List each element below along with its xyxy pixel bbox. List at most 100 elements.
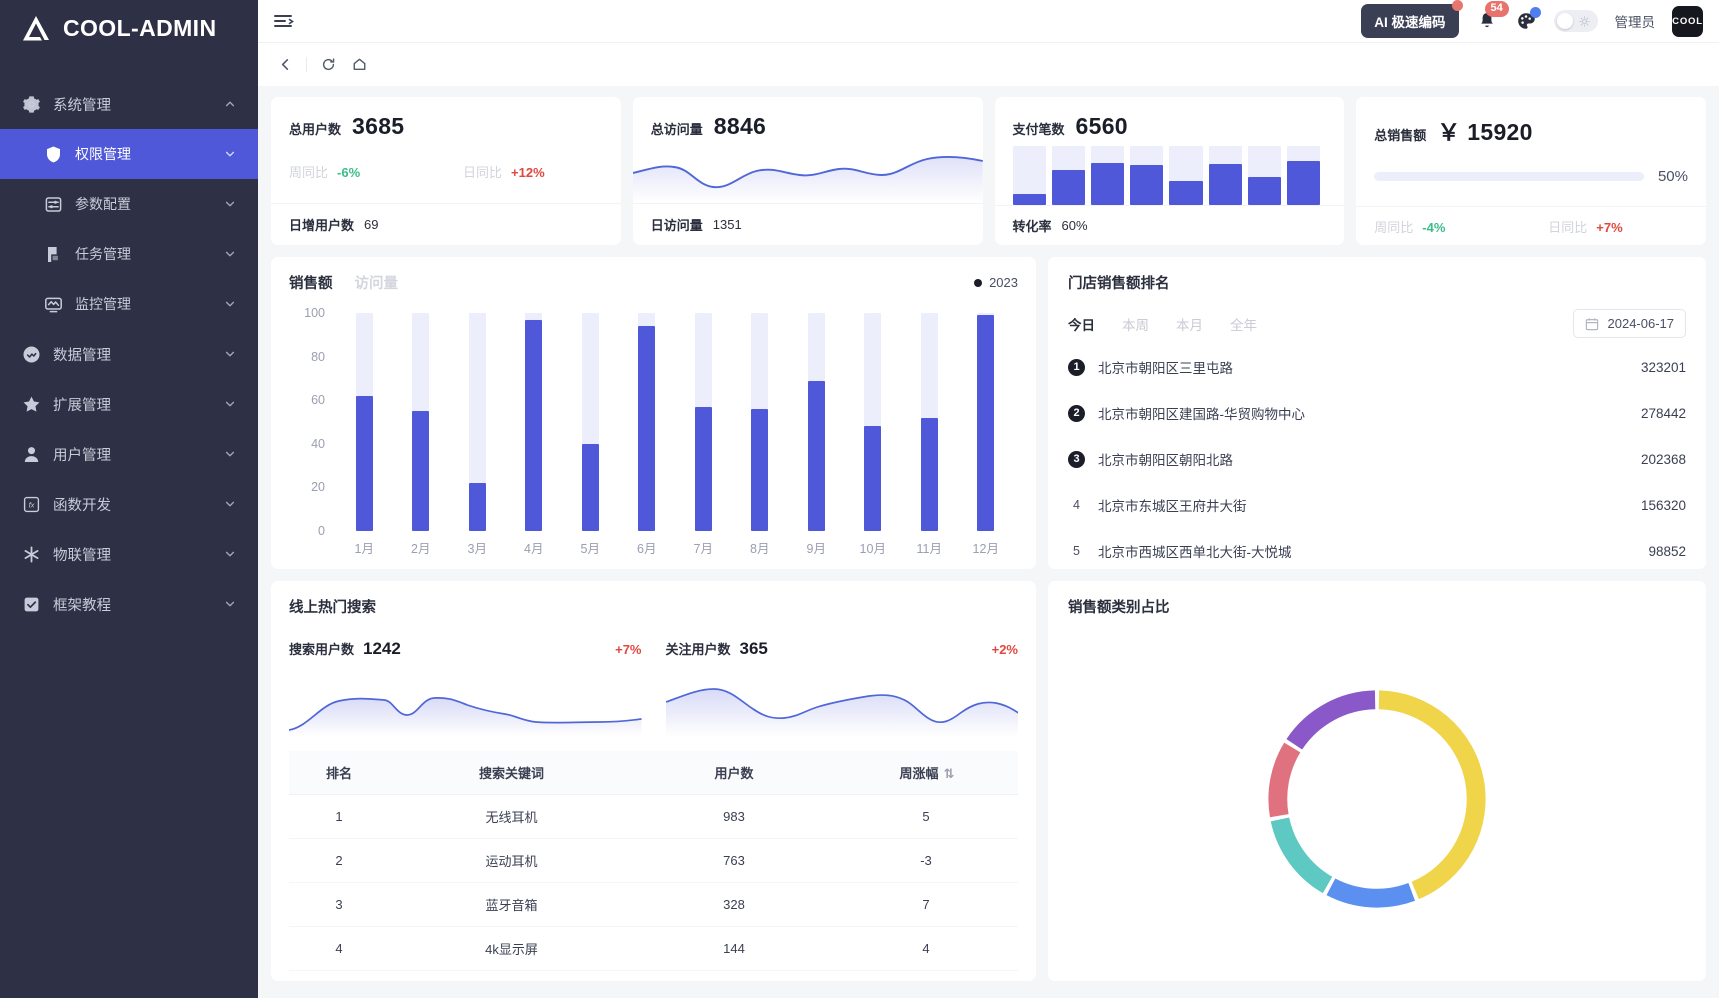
tab-visits[interactable]: 访问量 [355, 272, 399, 293]
th-weekly-change[interactable]: 周涨幅⇅ [834, 751, 1018, 795]
refresh-button[interactable] [315, 52, 341, 78]
sort-icon[interactable]: ⇅ [944, 766, 953, 782]
bar-column-2[interactable] [449, 313, 506, 531]
hamburger-icon[interactable] [272, 10, 294, 32]
theme-palette-button[interactable] [1515, 10, 1537, 32]
stat-head: 支付笔数6560 [1013, 113, 1327, 140]
bar-fill [356, 396, 373, 531]
rank-list: 1北京市朝阳区三里屯路3232012北京市朝阳区建国路-华贸购物中心278442… [1068, 344, 1686, 574]
sidebar-item-8[interactable]: fx函数开发 [0, 479, 258, 529]
rank-store-name: 北京市朝阳区建国路-华贸购物中心 [1098, 403, 1305, 423]
sidebar-item-4[interactable]: 监控管理 [0, 279, 258, 329]
date-picker-value: 2024-06-17 [1608, 316, 1675, 331]
comparison-1: 日同比+7% [1548, 217, 1622, 236]
chevron-down-icon[interactable] [224, 298, 236, 310]
table-cell: 无线耳机 [389, 795, 634, 839]
donut-slice-2[interactable] [1280, 819, 1328, 885]
sidebar-item-0[interactable]: 系统管理 [0, 79, 258, 129]
user-icon [22, 445, 41, 464]
bar-column-7[interactable] [732, 313, 789, 531]
comparison-0: 周同比-6% [289, 162, 463, 181]
follow-users-label: 关注用户数 [666, 639, 731, 658]
rank-tab-today[interactable]: 今日 [1068, 314, 1095, 334]
back-button[interactable] [272, 52, 298, 78]
table-cell: 5 [834, 795, 1018, 839]
bar-column-3[interactable] [506, 313, 563, 531]
table-cell: 144 [634, 927, 834, 971]
follow-users-delta: +2% [992, 642, 1018, 657]
chevron-down-icon[interactable] [224, 348, 236, 360]
comparison-label: 周同比 [1374, 217, 1413, 236]
sidebar: COOL-ADMIN 系统管理权限管理参数配置任务管理监控管理数据管理扩展管理用… [0, 0, 258, 998]
avatar[interactable]: COOL [1672, 6, 1703, 37]
sidebar-item-10[interactable]: 框架教程 [0, 579, 258, 629]
rank-tab-week[interactable]: 本周 [1122, 314, 1149, 334]
theme-toggle[interactable] [1554, 10, 1598, 32]
sun-icon [1579, 16, 1590, 27]
home-button[interactable] [346, 52, 372, 78]
user-name: 管理员 [1615, 11, 1656, 31]
bar-column-1[interactable] [393, 313, 450, 531]
bar-column-9[interactable] [845, 313, 902, 531]
ai-coding-button[interactable]: AI 极速编码 [1361, 4, 1458, 38]
bar-fill [469, 483, 486, 531]
chevron-down-icon[interactable] [224, 548, 236, 560]
chevron-up-icon[interactable] [224, 98, 236, 110]
visits-sparkline [633, 143, 983, 203]
bar-column-10[interactable] [901, 313, 958, 531]
chevron-down-icon[interactable] [224, 198, 236, 210]
bar-column-4[interactable] [562, 313, 619, 531]
rank-row[interactable]: 5北京市西城区西单北大街-大悦城98852 [1068, 528, 1686, 574]
rank-row[interactable]: 2北京市朝阳区建国路-华贸购物中心278442 [1068, 390, 1686, 436]
bar-column-11[interactable] [958, 313, 1015, 531]
table-cell: 763 [634, 839, 834, 883]
sidebar-item-2[interactable]: 参数配置 [0, 179, 258, 229]
stat-card-0: 总用户数3685周同比-6%日同比+12%日增用户数69 [271, 97, 621, 245]
chevron-down-icon[interactable] [224, 148, 236, 160]
stat-card-row: 总用户数3685周同比-6%日同比+12%日增用户数69总访问量8846日访问量… [271, 97, 1706, 245]
stat-foot-value: 60% [1062, 218, 1088, 233]
table-row[interactable]: 1无线耳机9835 [289, 795, 1018, 839]
bar-column-5[interactable] [619, 313, 676, 531]
sidebar-item-9[interactable]: 物联管理 [0, 529, 258, 579]
rank-tab-year[interactable]: 全年 [1230, 314, 1257, 334]
donut-slice-3[interactable] [1278, 747, 1292, 815]
rank-row[interactable]: 3北京市朝阳区朝阳北路202368 [1068, 436, 1686, 482]
stat-footer: 转化率60% [995, 205, 1345, 245]
x-tick-7: 8月 [732, 538, 789, 557]
mini-bar-7 [1287, 146, 1320, 205]
x-tick-3: 4月 [506, 538, 563, 557]
sidebar-item-3[interactable]: 任务管理 [0, 229, 258, 279]
donut-slice-0[interactable] [1379, 700, 1476, 891]
sidebar-item-7[interactable]: 用户管理 [0, 429, 258, 479]
bottom-row: 线上热门搜索 搜索用户数 1242 +7% [271, 581, 1706, 981]
brand[interactable]: COOL-ADMIN [0, 0, 258, 56]
date-picker[interactable]: 2024-06-17 [1573, 309, 1687, 338]
chevron-down-icon[interactable] [224, 448, 236, 460]
rank-tab-month[interactable]: 本月 [1176, 314, 1203, 334]
x-tick-5: 6月 [619, 538, 676, 557]
table-row[interactable]: 44k显示屏1444 [289, 927, 1018, 971]
donut-slice-4[interactable] [1294, 700, 1375, 744]
chevron-down-icon[interactable] [224, 398, 236, 410]
rank-row[interactable]: 1北京市朝阳区三里屯路323201 [1068, 344, 1686, 390]
rank-row[interactable]: 4北京市东城区王府井大街156320 [1068, 482, 1686, 528]
sidebar-item-5[interactable]: 数据管理 [0, 329, 258, 379]
bar-column-0[interactable] [336, 313, 393, 531]
stat-footer: 日访问量1351 [633, 203, 983, 245]
chevron-down-icon[interactable] [224, 598, 236, 610]
sidebar-item-1[interactable]: 权限管理 [0, 129, 258, 179]
bar-column-8[interactable] [788, 313, 845, 531]
stat-footer: 日增用户数69 [271, 203, 621, 245]
table-row[interactable]: 2运动耳机763-3 [289, 839, 1018, 883]
donut-slice-1[interactable] [1331, 887, 1412, 898]
follow-users-sparkline [666, 675, 1019, 737]
sidebar-item-6[interactable]: 扩展管理 [0, 379, 258, 429]
mini-bar-1 [1052, 146, 1085, 205]
chevron-down-icon[interactable] [224, 248, 236, 260]
notifications-button[interactable]: 54 [1476, 10, 1498, 32]
chevron-down-icon[interactable] [224, 498, 236, 510]
bar-column-6[interactable] [675, 313, 732, 531]
tab-sales[interactable]: 销售额 [289, 272, 333, 293]
table-row[interactable]: 3蓝牙音箱3287 [289, 883, 1018, 927]
